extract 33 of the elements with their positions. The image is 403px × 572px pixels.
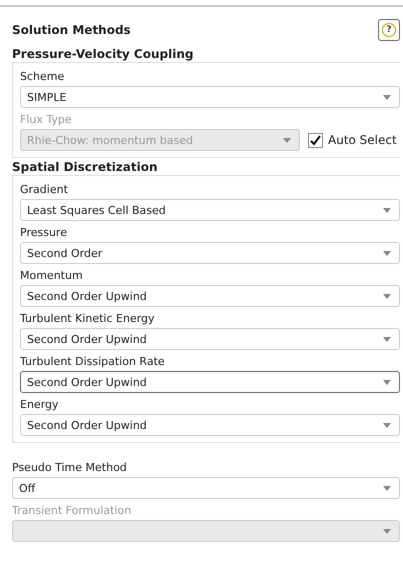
caret-icon — [383, 380, 391, 384]
caret-icon — [383, 250, 391, 256]
caret-icon — [383, 208, 391, 212]
caret-icon — [383, 528, 391, 534]
caret-icon — [383, 94, 391, 100]
dropdown[interactable]: SIMPLE — [20, 86, 400, 108]
field-label: Scheme — [20, 70, 66, 84]
dropdown[interactable]: Second Order Upwind — [20, 328, 400, 350]
field-label: Turbulent Dissipation Rate — [20, 355, 166, 369]
dropdown[interactable]: Least Squares Cell Based — [20, 199, 400, 221]
dropdown[interactable]: Second Order Upwind — [20, 371, 400, 393]
field-label: Flux Type — [20, 113, 73, 127]
caret-icon — [383, 336, 391, 342]
field-label: Gradient — [20, 183, 69, 197]
caret-icon — [383, 294, 391, 298]
help-button[interactable]: ? — [378, 19, 400, 41]
field-label: Energy — [20, 398, 60, 412]
caret-icon — [283, 138, 291, 142]
field-label: Turbulent Kinetic Energy — [20, 312, 156, 326]
field-label: Momentum — [20, 269, 84, 283]
caret-icon — [383, 486, 391, 490]
field-label: Pressure — [20, 226, 68, 240]
group-title: Spatial Discretization — [12, 160, 159, 174]
caret-icon — [383, 422, 391, 428]
field-label: Transient Formulation — [12, 504, 132, 518]
field-label: Pseudo Time Method — [12, 461, 128, 475]
dropdown[interactable]: Second Order Upwind — [20, 285, 400, 307]
dropdown[interactable]: Off — [12, 477, 400, 499]
dropdown[interactable]: Second Order — [20, 242, 400, 264]
panel-title: Solution Methods — [12, 23, 131, 37]
group-title: Pressure-Velocity Coupling — [12, 47, 194, 61]
dropdown[interactable]: Second Order Upwind — [20, 414, 400, 436]
checkmark-icon — [310, 134, 321, 146]
